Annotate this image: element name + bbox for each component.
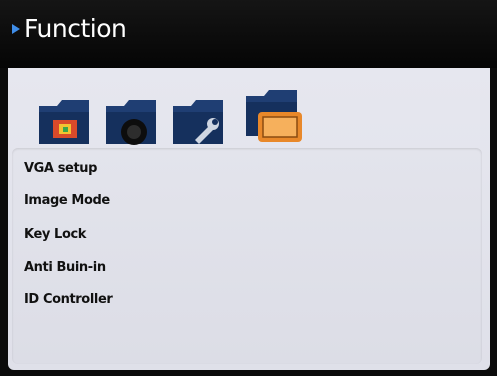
color-folder-icon[interactable]: [37, 88, 97, 148]
menu-item-anti-burn-in[interactable]: Anti Buin-in: [24, 260, 106, 275]
menu-item-image-mode[interactable]: Image Mode: [24, 193, 110, 208]
function-panel: VGA setup Image Mode Key Lock Anti Buin-…: [8, 68, 490, 370]
title-bar: Function: [0, 0, 497, 68]
menu-list: VGA setup Image Mode Key Lock Anti Buin-…: [12, 148, 482, 364]
image-folder-icon[interactable]: [104, 88, 164, 148]
menu-item-vga-setup[interactable]: VGA setup: [24, 161, 97, 176]
screen-bezel: [0, 370, 497, 376]
title-arrow-icon: [12, 24, 20, 34]
tools-folder-icon[interactable]: [171, 88, 231, 148]
page-title: Function: [24, 14, 127, 43]
menu-item-key-lock[interactable]: Key Lock: [24, 227, 86, 242]
function-icon-row: [8, 68, 490, 148]
monitor-folder-icon[interactable]: [240, 82, 308, 148]
menu-item-id-controller[interactable]: ID Controller: [24, 292, 113, 307]
